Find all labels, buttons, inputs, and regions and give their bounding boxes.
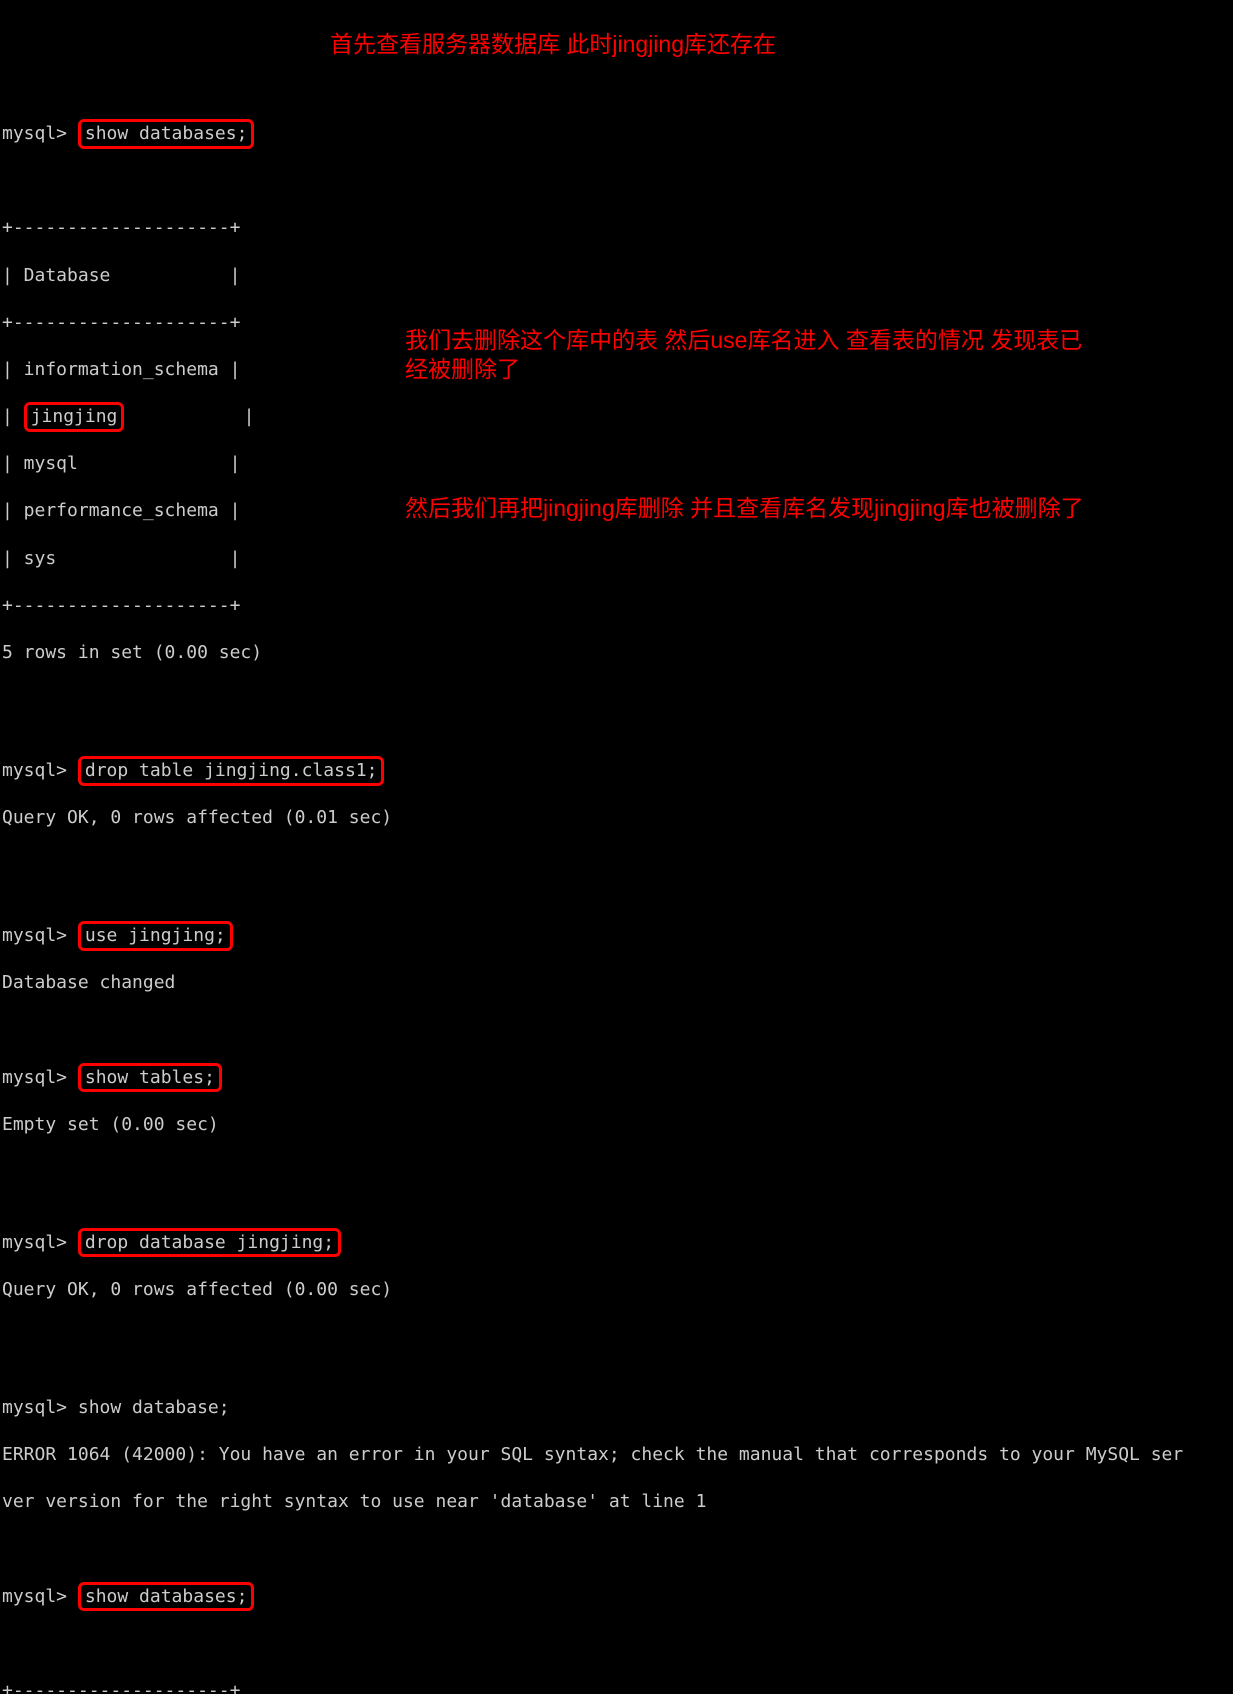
annotation-2: 我们去删除这个库中的表 然后use库名进入 查看表的情况 发现表已经被删除了 bbox=[405, 326, 1085, 384]
prompt-line-show-databases-1: mysql> show databases; bbox=[2, 122, 1231, 146]
query-ok-2: Query OK, 0 rows affected (0.00 sec) bbox=[2, 1278, 1231, 1302]
tbl1-head: | Database | bbox=[2, 264, 1231, 288]
highlight-cmd-show-tables: show tables; bbox=[78, 1063, 222, 1093]
empty-set: Empty set (0.00 sec) bbox=[2, 1113, 1231, 1137]
tbl1-row-2: | mysql | bbox=[2, 452, 1231, 476]
prompt: mysql> bbox=[2, 925, 78, 946]
annotation-1: 首先查看服务器数据库 此时jingjing库还存在 bbox=[330, 30, 950, 59]
query-ok-1: Query OK, 0 rows affected (0.01 sec) bbox=[2, 806, 1231, 830]
prompt: mysql> bbox=[2, 1232, 78, 1253]
prompt-line-show-database-err: mysql> show database; bbox=[2, 1396, 1231, 1420]
error-line-1: ERROR 1064 (42000): You have an error in… bbox=[2, 1443, 1231, 1467]
error-line-2: ver version for the right syntax to use … bbox=[2, 1490, 1231, 1514]
highlight-cmd-use-jingjing: use jingjing; bbox=[78, 921, 233, 951]
tbl1-row1-open: | bbox=[2, 406, 24, 427]
prompt: mysql> bbox=[2, 1067, 78, 1088]
highlight-cmd-drop-database: drop database jingjing; bbox=[78, 1228, 341, 1258]
prompt: mysql> bbox=[2, 760, 78, 781]
annotation-3: 然后我们再把jingjing库删除 并且查看库名发现jingjing库也被删除了 bbox=[405, 494, 1231, 523]
tbl2-sep-top: +--------------------+ bbox=[2, 1679, 1231, 1694]
prompt-line-drop-database: mysql> drop database jingjing; bbox=[2, 1231, 1231, 1255]
prompt: mysql> bbox=[2, 1586, 78, 1607]
prompt-line-show-tables: mysql> show tables; bbox=[2, 1066, 1231, 1090]
tbl1-sep-top: +--------------------+ bbox=[2, 216, 1231, 240]
tbl1-row-4: | sys | bbox=[2, 547, 1231, 571]
highlight-cmd-drop-table: drop table jingjing.class1; bbox=[78, 756, 385, 786]
prompt: mysql> bbox=[2, 123, 78, 144]
prompt-line-show-databases-2: mysql> show databases; bbox=[2, 1585, 1231, 1609]
prompt-line-drop-table: mysql> drop table jingjing.class1; bbox=[2, 759, 1231, 783]
highlight-cmd-show-databases-1: show databases; bbox=[78, 119, 255, 149]
highlight-cmd-show-databases-2: show databases; bbox=[78, 1582, 255, 1612]
highlight-db-jingjing: jingjing bbox=[24, 402, 125, 432]
tbl1-row1-close: | bbox=[124, 406, 254, 427]
tbl1-row-1: | jingjing | bbox=[2, 405, 1231, 429]
prompt-line-use-jingjing: mysql> use jingjing; bbox=[2, 924, 1231, 948]
database-changed: Database changed bbox=[2, 971, 1231, 995]
tbl1-sep-bot: +--------------------+ bbox=[2, 594, 1231, 618]
rows-in-set-1: 5 rows in set (0.00 sec) bbox=[2, 641, 1231, 665]
